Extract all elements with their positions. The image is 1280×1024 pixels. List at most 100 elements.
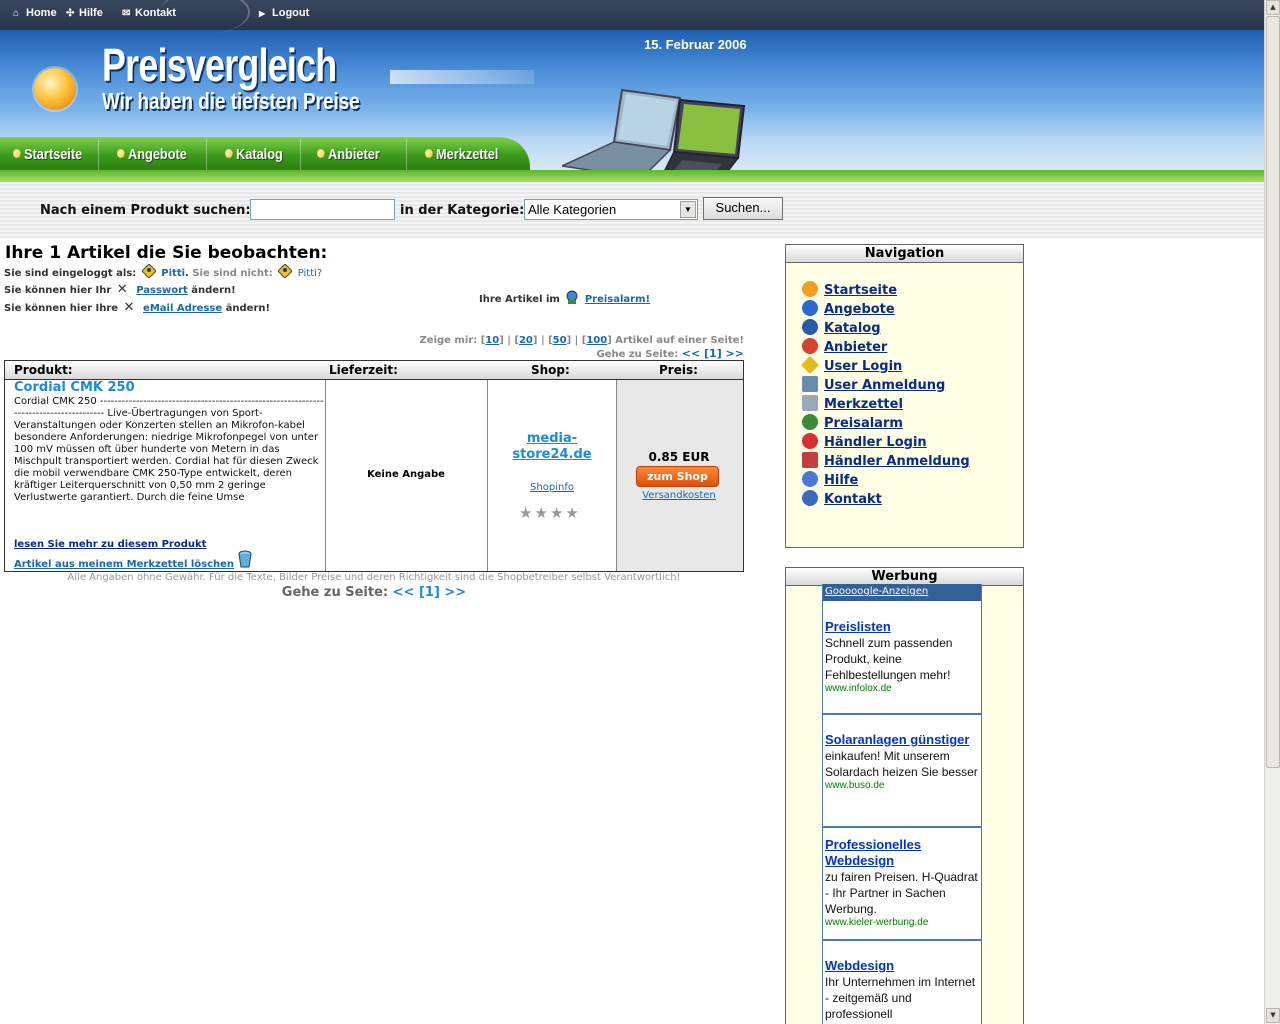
- sidebar-link[interactable]: Merkzettel: [824, 397, 903, 412]
- ad-item: Preislisten Schnell zum passenden Produk…: [825, 619, 981, 695]
- sidebar-item-haendler-anmeldung[interactable]: Händler Anmeldung: [802, 452, 970, 471]
- ad-url[interactable]: www.buso.de: [825, 780, 981, 792]
- nav-startseite[interactable]: Startseite: [13, 146, 82, 163]
- site-slogan: Wir haben die tiefsten Preise: [102, 88, 360, 114]
- sidebar-item-hilfe[interactable]: Hilfe: [802, 471, 970, 490]
- top-home-link[interactable]: ⌂ Home: [13, 7, 57, 19]
- header-streak: [390, 70, 534, 84]
- sidebar-nav-list: Startseite Angebote Katalog Anbieter Use…: [800, 281, 970, 509]
- sidebar-link[interactable]: Händler Anmeldung: [824, 454, 970, 469]
- per-page-10[interactable]: 10: [485, 335, 499, 346]
- sidebar-item-haendler-login[interactable]: Händler Login: [802, 433, 970, 452]
- ad-item: Professionelles Webdesign zu fairen Prei…: [825, 837, 981, 929]
- sidebar-link[interactable]: User Login: [824, 359, 902, 374]
- scroll-down-icon[interactable]: ▼: [1266, 1008, 1280, 1023]
- sidebar-link[interactable]: Angebote: [824, 302, 895, 317]
- items-per-page: Zeige mir: [10] | [20] | [50] | [100] Ar…: [419, 335, 744, 346]
- search-button[interactable]: Suchen...: [703, 197, 783, 220]
- bottom-page-nav: Gehe zu Seite: << [1] >>: [281, 585, 467, 600]
- password-line: Sie können hier Ihr ✕ Passwort ändern!: [4, 282, 236, 297]
- ad-title-link[interactable]: Webdesign: [825, 958, 894, 973]
- page-links[interactable]: << [1] >>: [682, 347, 744, 360]
- logo-icon[interactable]: [34, 68, 76, 110]
- per-page-100[interactable]: 100: [586, 335, 607, 346]
- disclaimer: Alle Angaben ohne Gewähr. Für die Texte,…: [67, 572, 681, 583]
- sidebar-item-merkzettel[interactable]: Merkzettel: [802, 395, 970, 414]
- price-alarm-link[interactable]: Preisalarm!: [585, 294, 650, 305]
- product-description: Cordial CMK 250 ------------------------…: [14, 396, 324, 503]
- user-icon: [141, 264, 156, 278]
- category-label: in der Kategorie:: [400, 203, 525, 218]
- navigation-box: Navigation Startseite Angebote Katalog A…: [785, 244, 1024, 548]
- password-link[interactable]: Passwort: [136, 285, 188, 296]
- bullet-icon: [317, 149, 325, 158]
- search-label: Nach einem Produkt suchen:: [40, 203, 251, 218]
- category-select[interactable]: Alle Kategorien ▼: [524, 199, 698, 220]
- ad-title-link[interactable]: Preislisten: [825, 619, 891, 634]
- nav-anbieter[interactable]: Anbieter: [317, 146, 380, 163]
- chevron-down-icon[interactable]: ▼: [680, 201, 696, 218]
- nav-separator: [300, 139, 301, 170]
- nav-angebote[interactable]: Angebote: [117, 146, 187, 163]
- switch-user-link[interactable]: Pitti?: [298, 268, 323, 279]
- search-input[interactable]: [250, 199, 395, 220]
- star-icon: ★: [565, 504, 581, 522]
- bottom-page-links[interactable]: << [1] >>: [393, 585, 467, 600]
- ad-title-link[interactable]: Solaranlagen günstiger: [825, 732, 969, 747]
- sidebar-item-katalog[interactable]: Katalog: [802, 319, 970, 338]
- ad-url[interactable]: www.kieler-werbung.de: [825, 917, 981, 929]
- sidebar-link[interactable]: Startseite: [824, 283, 897, 298]
- sidebar-item-startseite[interactable]: Startseite: [802, 281, 970, 300]
- ad-text: zu fairen Preisen. H-Quadrat - Ihr Partn…: [825, 870, 978, 916]
- nav-merkzettel[interactable]: Merkzettel: [425, 146, 498, 163]
- user-link[interactable]: Pitti: [161, 268, 185, 279]
- vertical-scrollbar[interactable]: ▲ ▼: [1264, 0, 1280, 1024]
- product-name-link[interactable]: Cordial CMK 250: [14, 380, 135, 395]
- header-lieferzeit: Lieferzeit:: [329, 363, 398, 377]
- read-more-link[interactable]: lesen Sie mehr zu diesem Produkt: [14, 539, 206, 550]
- play-icon: ▶: [259, 9, 266, 18]
- sidebar-item-anbieter[interactable]: Anbieter: [802, 338, 970, 357]
- sidebar-link[interactable]: Katalog: [824, 321, 881, 336]
- home-icon: [802, 281, 818, 297]
- email-link[interactable]: eMail Adresse: [143, 303, 222, 314]
- sidebar-link[interactable]: Hilfe: [824, 473, 858, 488]
- user-icon: [278, 264, 293, 278]
- site-title: Preisvergleich: [102, 39, 337, 91]
- sidebar-link[interactable]: Händler Login: [824, 435, 927, 450]
- delete-watch-link[interactable]: Artikel aus meinem Merkzettel löschen: [14, 559, 234, 570]
- to-shop-button[interactable]: zum Shop: [636, 466, 719, 487]
- sidebar-item-user-login[interactable]: User Login: [800, 355, 970, 376]
- top-help-link[interactable]: ✣ Hilfe: [66, 7, 103, 19]
- nav-katalog[interactable]: Katalog: [225, 146, 283, 163]
- sidebar-link[interactable]: Preisalarm: [824, 416, 903, 431]
- top-logout-link[interactable]: ▶ Logout: [259, 7, 309, 19]
- ad-item: Webdesign Ihr Unternehmen im Internet - …: [825, 958, 981, 1022]
- ad-url[interactable]: www.infolox.de: [825, 683, 981, 695]
- sidebar-link[interactable]: User Anmeldung: [824, 378, 945, 393]
- scroll-up-icon[interactable]: ▲: [1266, 0, 1280, 15]
- shop-name-link[interactable]: media-store24.de: [492, 431, 612, 463]
- per-page-50[interactable]: 50: [553, 335, 567, 346]
- home-icon: ⌂: [13, 8, 20, 19]
- sidebar-item-user-anmeldung[interactable]: User Anmeldung: [802, 376, 970, 395]
- sidebar-item-angebote[interactable]: Angebote: [802, 300, 970, 319]
- ads-header-link[interactable]: Gooooogle-Anzeigen: [825, 586, 928, 597]
- shipping-link[interactable]: Versandkosten: [616, 490, 742, 501]
- ad-title-link[interactable]: Professionelles Webdesign: [825, 837, 921, 868]
- ad-text: einkaufen! Mit unserem Solardach heizen …: [825, 749, 978, 779]
- sidebar-link[interactable]: Anbieter: [824, 340, 887, 355]
- sidebar-item-preisalarm[interactable]: Preisalarm: [802, 414, 970, 433]
- top-contact-link[interactable]: ✉ Kontakt: [122, 7, 176, 19]
- sidebar-link[interactable]: Kontakt: [824, 492, 882, 507]
- scrollbar-thumb[interactable]: [1266, 16, 1280, 768]
- header-preis: Preis:: [659, 363, 698, 377]
- per-page-20[interactable]: 20: [519, 335, 533, 346]
- navigation-title: Navigation: [786, 245, 1023, 263]
- trash-icon[interactable]: [237, 550, 253, 568]
- nav-separator: [98, 139, 99, 170]
- shop-rating: ★★★★: [519, 504, 581, 522]
- dealer-register-icon: [802, 452, 818, 468]
- sidebar-item-kontakt[interactable]: Kontakt: [802, 490, 970, 509]
- shopinfo-link[interactable]: Shopinfo: [492, 482, 612, 493]
